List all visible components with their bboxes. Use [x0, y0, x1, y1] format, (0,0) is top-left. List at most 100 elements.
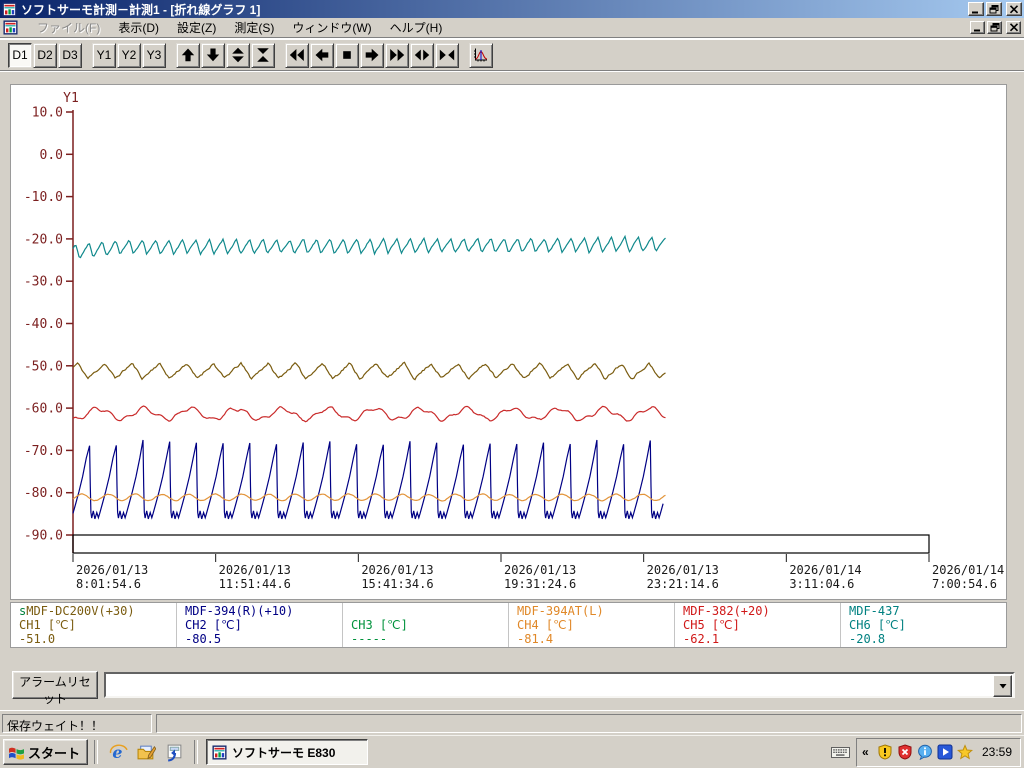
- toolbar-scroll-down-button[interactable]: [201, 42, 225, 68]
- menu-item-2[interactable]: 設定(Z): [168, 17, 225, 38]
- menu-item-4[interactable]: ウィンドウ(W): [283, 17, 380, 38]
- toolbar-expand-vertical-button[interactable]: [226, 42, 250, 68]
- toolbar-expand-horizontal-button[interactable]: [410, 42, 434, 68]
- channel-name: MDF-437: [849, 604, 1006, 618]
- legend-cell-ch6: MDF-437 CH6 [℃] -20.8: [841, 603, 1006, 647]
- stop-icon: [339, 47, 355, 63]
- toolbar-step-forward-button[interactable]: [360, 42, 384, 68]
- toolbar-d3-button[interactable]: D3: [58, 42, 82, 68]
- series-CH1-line: [72, 361, 666, 381]
- channel-value: -20.8: [849, 632, 886, 646]
- alarm-reset-button[interactable]: アラームリセット: [12, 671, 98, 706]
- quick-launch-show-desktop-icon[interactable]: [135, 741, 157, 763]
- taskbar: スタート e ソフトサーモ E830 « 23:59: [0, 735, 1024, 768]
- y-tick-label: -50.0: [24, 359, 63, 374]
- title-bar: ソフトサーモ計測－計測1 - [折れ線グラフ 1]: [0, 0, 1024, 18]
- channel-label: CH4 [℃]: [517, 618, 574, 632]
- channel-legend: sMDF-DC200V(+30) CH1 [℃] -51.0 MDF-394(R)(+…: [10, 602, 1007, 648]
- channel-name-text: MDF-394(R)(+10): [185, 604, 294, 618]
- play-badge-icon[interactable]: [937, 744, 954, 761]
- toolbar-graph-settings-button[interactable]: [469, 42, 493, 68]
- y-tick-label: -10.0: [24, 190, 63, 205]
- taskbar-separator: [194, 740, 199, 764]
- x-tick-date: 2026/01/13: [647, 563, 719, 577]
- quick-launch-outlook-express-icon[interactable]: [163, 741, 185, 763]
- combobox-dropdown-button[interactable]: [993, 675, 1012, 697]
- channel-value: -----: [351, 632, 388, 646]
- x-tick-date: 2026/01/14: [789, 563, 861, 577]
- x-tick-time: 3:11:04.6: [789, 577, 854, 591]
- toolbar-button-label: Y2: [121, 48, 137, 62]
- taskbar-app-label: ソフトサーモ E830: [232, 745, 336, 760]
- alarm-combobox[interactable]: [104, 672, 1015, 698]
- y-tick-label: -20.0: [24, 232, 63, 247]
- app-icon: [2, 1, 17, 17]
- x-axis-frame: [72, 534, 930, 554]
- info-balloon-icon[interactable]: [917, 744, 934, 761]
- channel-label: CH2 [℃]: [185, 618, 242, 632]
- taskbar-app-button[interactable]: ソフトサーモ E830: [206, 739, 369, 765]
- legend-cell-ch3: CH3 [℃] -----: [343, 603, 509, 647]
- toolbar-stop-button[interactable]: [335, 42, 359, 68]
- double-left-icon: [289, 47, 305, 63]
- collapse-chevron-icon[interactable]: «: [862, 745, 874, 759]
- series-CH6-line: [72, 234, 666, 259]
- chart-icon: [473, 47, 489, 63]
- toolbar-scroll-up-button[interactable]: [176, 42, 200, 68]
- collapse-horizontal-icon: [439, 47, 455, 63]
- document-icon[interactable]: [3, 20, 18, 35]
- status-panel-secondary: [156, 714, 1022, 733]
- start-button[interactable]: スタート: [3, 739, 89, 765]
- menu-item-1[interactable]: 表示(D): [109, 17, 168, 38]
- channel-label: CH5 [℃]: [683, 618, 740, 632]
- restore-button[interactable]: [986, 2, 1002, 16]
- toolbar-y2-button[interactable]: Y2: [117, 42, 141, 68]
- status-message: 保存ウェイト！！: [2, 714, 152, 733]
- minimize-button[interactable]: [968, 2, 984, 16]
- toolbar-y1-button[interactable]: Y1: [92, 42, 116, 68]
- toolbar-fast-rewind-button[interactable]: [285, 42, 309, 68]
- security-warning-shield-icon[interactable]: [877, 744, 894, 761]
- toolbar-d1-button[interactable]: D1: [8, 42, 32, 68]
- series-CH4-line: [72, 493, 666, 502]
- toolbar-d2-button[interactable]: D2: [33, 42, 57, 68]
- y-axis-title: Y1: [63, 91, 79, 106]
- taskbar-clock: 23:59: [981, 745, 1012, 759]
- toolbar-step-back-button[interactable]: [310, 42, 334, 68]
- x-tick-time: 15:41:34.6: [361, 577, 433, 591]
- collapse-vertical-icon: [255, 47, 271, 63]
- toolbar-fast-forward-button[interactable]: [385, 42, 409, 68]
- menu-item-5[interactable]: ヘルプ(H): [381, 17, 452, 38]
- taskbar-separator: [94, 740, 99, 764]
- toolbar-compress-horizontal-button[interactable]: [435, 42, 459, 68]
- close-button[interactable]: [1006, 2, 1022, 16]
- tray-panel: « 23:59: [855, 737, 1021, 767]
- quick-launch-internet-explorer-icon[interactable]: e: [107, 741, 129, 763]
- child-restore-button[interactable]: [987, 21, 1002, 34]
- x-tick-date: 2026/01/13: [219, 563, 291, 577]
- keyboard-icon[interactable]: [830, 745, 850, 759]
- toolbar-button-label: D2: [37, 48, 53, 62]
- child-minimize-button[interactable]: [970, 21, 985, 34]
- status-bar: 保存ウェイト！！: [0, 710, 1024, 736]
- security-error-shield-icon[interactable]: [897, 744, 914, 761]
- arrow-left-icon: [314, 47, 330, 63]
- child-close-button[interactable]: [1006, 21, 1021, 34]
- toolbar-compress-vertical-button[interactable]: [251, 42, 275, 68]
- y-tick-label: -90.0: [24, 529, 63, 544]
- channel-name-text: MDF-394AT(L): [517, 604, 604, 618]
- line-chart: Y110.0 0.0 -10.0 -20.0 -30.0 -40.0 -50.0 -60.0 -…: [24, 91, 1004, 591]
- channel-value: -51.0: [19, 632, 56, 646]
- double-right-icon: [389, 47, 405, 63]
- window-title: ソフトサーモ計測－計測1 - [折れ線グラフ 1]: [21, 2, 261, 17]
- star-icon[interactable]: [957, 744, 974, 761]
- quick-launch-bar: e: [104, 741, 188, 763]
- toolbar-button-label: Y1: [96, 48, 112, 62]
- y-tick-label: 10.0: [32, 106, 63, 121]
- channel-name-text: MDF-437: [849, 604, 900, 618]
- channel-label: CH1 [℃]: [19, 618, 76, 632]
- menu-item-0: ファイル(F): [37, 21, 101, 35]
- toolbar-button-label: D1: [12, 48, 28, 62]
- toolbar-y3-button[interactable]: Y3: [142, 42, 166, 68]
- menu-item-3[interactable]: 測定(S): [225, 17, 283, 38]
